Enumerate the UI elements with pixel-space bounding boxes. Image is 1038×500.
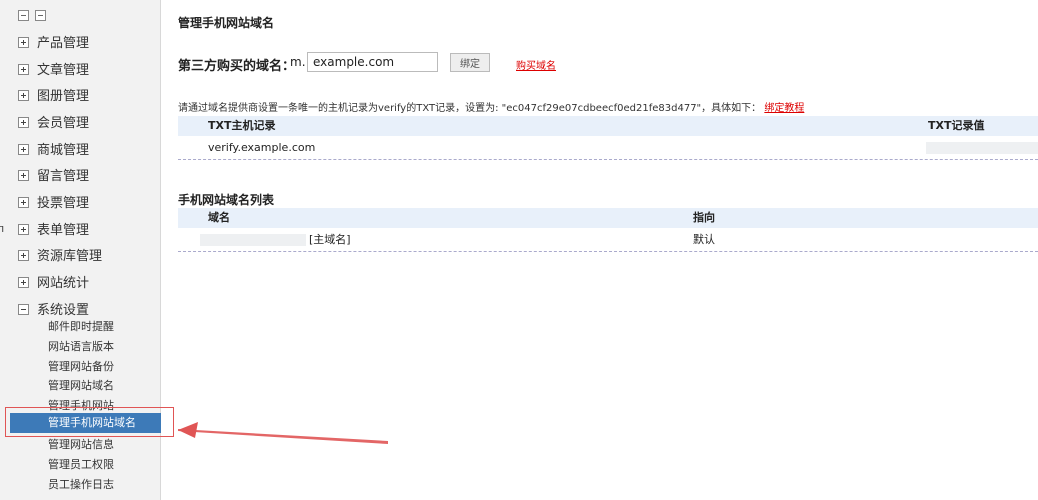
- txt-table-header: TXT主机记录 TXT记录值: [178, 116, 1038, 136]
- column-header-domain: 域名: [208, 211, 230, 224]
- txt-instruction: 请通过域名提供商设置一条唯一的主机记录为verify的TXT记录，设置为: "e…: [178, 99, 804, 114]
- txt-host-cell: verify.example.com: [208, 141, 316, 154]
- tutorial-link[interactable]: 绑定教程: [764, 103, 804, 114]
- redacted-value: [926, 142, 1038, 154]
- table-row: [主域名] 默认: [178, 229, 1038, 252]
- domain-label: 第三方购买的域名：: [178, 59, 296, 74]
- bind-button[interactable]: 绑定: [450, 53, 490, 72]
- domain-prefix: m.: [290, 55, 306, 69]
- table-row: verify.example.com: [178, 137, 1038, 160]
- column-header-value: TXT记录值: [928, 119, 985, 132]
- column-header-target: 指向: [693, 211, 715, 224]
- list-table-header: 域名 指向: [178, 208, 1038, 228]
- instruction-text: 请通过域名提供商设置一条唯一的主机记录为verify的TXT记录，设置为: "e…: [178, 103, 762, 114]
- domain-list-title: 手机网站域名列表: [178, 193, 275, 207]
- redacted-domain: [200, 234, 306, 246]
- domain-cell: [主域名]: [309, 233, 351, 246]
- buy-domain-link[interactable]: 购买域名: [516, 57, 556, 72]
- target-cell: 默认: [693, 233, 715, 246]
- domain-input[interactable]: [307, 52, 438, 72]
- page-title: 管理手机网站域名: [178, 16, 275, 30]
- column-header-host: TXT主机记录: [208, 119, 276, 132]
